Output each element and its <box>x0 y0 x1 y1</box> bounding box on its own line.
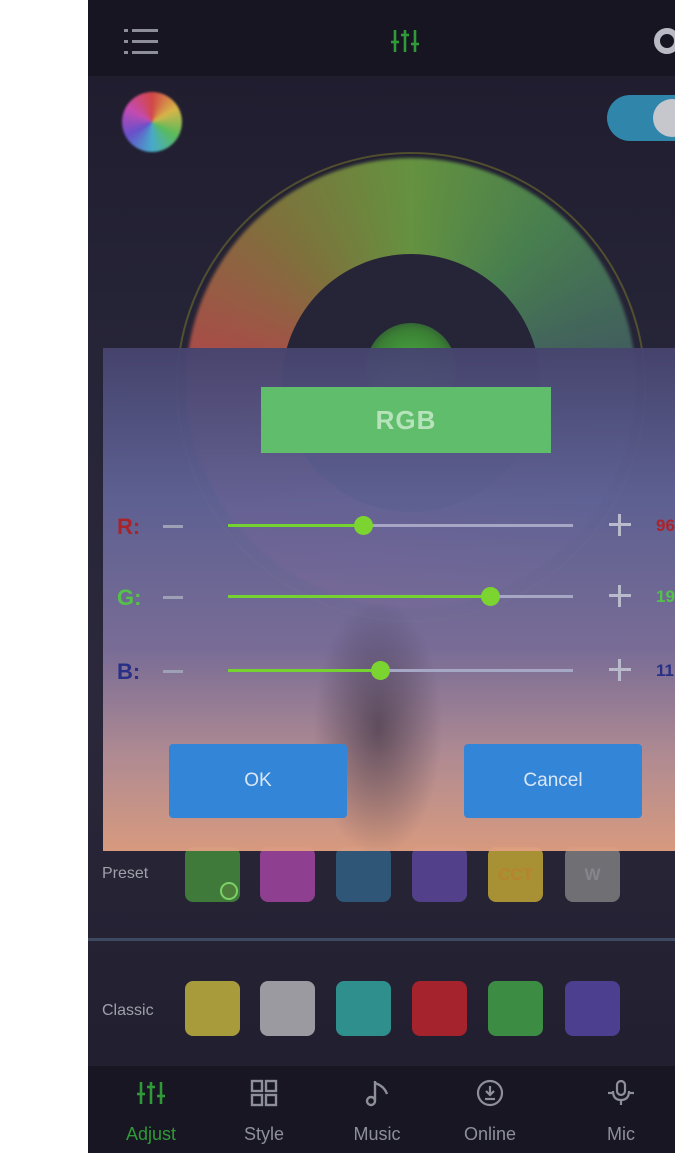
channel-b-slider[interactable] <box>228 661 573 680</box>
dialog-title-box: RGB <box>261 387 551 453</box>
ok-button[interactable]: OK <box>169 744 347 818</box>
grid-icon <box>250 1079 278 1107</box>
nav-music[interactable]: Music <box>332 1066 422 1153</box>
dialog-title: RGB <box>375 404 437 435</box>
nav-style-label: Style <box>243 1124 285 1144</box>
channel-r-thumb[interactable] <box>353 516 373 535</box>
channel-g-value: 19 <box>656 587 675 606</box>
channel-b-decrement-button[interactable] <box>163 670 183 673</box>
channel-b-increment-button[interactable] <box>609 659 631 681</box>
classic-swatch[interactable] <box>412 981 467 1036</box>
nav-online-label: Online <box>463 1124 517 1144</box>
top-bar <box>88 0 675 76</box>
menu-icon[interactable] <box>124 29 158 55</box>
power-toggle[interactable] <box>607 95 675 141</box>
divider <box>88 938 675 941</box>
nav-adjust-label: Adjust <box>125 1124 177 1144</box>
channel-g-slider[interactable] <box>228 587 573 606</box>
channel-r-slider[interactable] <box>228 516 573 535</box>
equalizer-icon <box>137 1082 165 1104</box>
preset-label: Preset <box>102 865 149 882</box>
preset-swatch[interactable]: W <box>565 847 620 902</box>
channel-g-decrement-button[interactable] <box>163 596 183 599</box>
channel-g-thumb[interactable] <box>481 587 501 606</box>
online-icon <box>476 1079 504 1107</box>
channel-b-thumb[interactable] <box>370 661 390 680</box>
classic-swatch[interactable] <box>565 981 620 1036</box>
cancel-button[interactable]: Cancel <box>464 744 642 818</box>
preset-swatch[interactable] <box>260 847 315 902</box>
nav-style[interactable]: Style <box>219 1066 309 1153</box>
preset-swatch[interactable] <box>185 847 240 902</box>
nav-mic-label: Mic <box>607 1124 635 1144</box>
preset-swatch[interactable] <box>336 847 391 902</box>
classic-swatch[interactable] <box>488 981 543 1036</box>
channel-r-increment-button[interactable] <box>609 514 631 536</box>
equalizer-icon[interactable] <box>390 26 420 56</box>
microphone-icon <box>608 1079 634 1105</box>
classic-swatch[interactable] <box>185 981 240 1036</box>
toggle-knob <box>653 99 675 137</box>
nav-online[interactable]: Online <box>445 1066 535 1153</box>
channel-b-value: 11 <box>656 661 674 680</box>
app-screen: Preset CCT W Classic Adjust Style Music … <box>88 0 675 1153</box>
classic-swatch[interactable] <box>260 981 315 1036</box>
classic-swatch[interactable] <box>336 981 391 1036</box>
settings-icon[interactable] <box>654 28 675 54</box>
bottom-nav: Adjust Style Music Online Mic <box>88 1066 675 1153</box>
channel-g-fill <box>228 595 491 598</box>
channel-r-fill <box>228 524 363 527</box>
selected-check-icon <box>220 882 238 900</box>
preset-swatch[interactable]: CCT <box>488 847 543 902</box>
nav-adjust[interactable]: Adjust <box>106 1066 196 1153</box>
color-orb-icon[interactable] <box>122 92 182 152</box>
channel-r-label: R: <box>117 514 141 539</box>
channel-b-fill <box>228 669 380 672</box>
channel-b-label: B: <box>117 659 141 684</box>
rgb-dialog: RGB R: 96 G: 19 B: 11 OK Cancel <box>103 348 675 851</box>
nav-mic[interactable]: Mic <box>576 1066 666 1153</box>
music-note-icon <box>365 1081 389 1107</box>
channel-r-decrement-button[interactable] <box>163 525 183 528</box>
classic-label: Classic <box>102 1002 154 1019</box>
channel-g-increment-button[interactable] <box>609 585 631 607</box>
preset-swatch[interactable] <box>412 847 467 902</box>
nav-music-label: Music <box>353 1124 401 1144</box>
channel-g-label: G: <box>117 585 142 610</box>
channel-r-value: 96 <box>656 516 675 535</box>
